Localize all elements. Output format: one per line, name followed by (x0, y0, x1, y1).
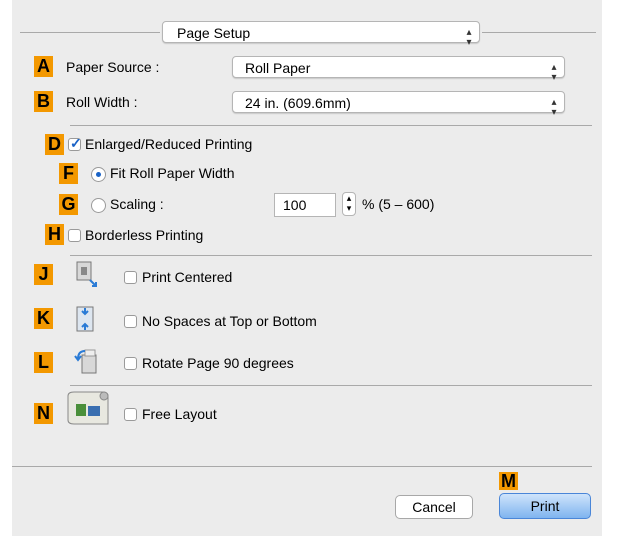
enlarged-label: Enlarged/Reduced Printing (85, 136, 253, 152)
badge-l: L (34, 352, 53, 373)
no-spaces-label: No Spaces at Top or Bottom (142, 313, 317, 329)
badge-g: G (59, 194, 78, 215)
roll-width-label: Roll Width : (66, 94, 138, 110)
divider-2 (70, 255, 592, 256)
scaling-radio[interactable] (91, 198, 106, 213)
badge-d: D (45, 134, 64, 155)
stepper-up-icon: ▴ (346, 193, 352, 203)
badge-n: N (34, 403, 53, 424)
free-layout-checkbox[interactable] (124, 408, 137, 421)
stepper-down-icon: ▾ (346, 203, 352, 213)
badge-h: H (45, 224, 64, 245)
badge-k: K (34, 308, 53, 329)
header-divider-right (482, 32, 596, 33)
fit-roll-radio[interactable] (91, 167, 106, 182)
roll-width-select[interactable]: 24 in. (609.6mm) ▴ ▾ (232, 91, 565, 118)
borderless-label: Borderless Printing (85, 227, 204, 243)
popup-arrows-icon: ▴ ▾ (466, 27, 472, 48)
page-setup-popup-label: Page Setup (177, 25, 251, 41)
roll-width-value: 24 in. (609.6mm) (245, 95, 351, 111)
roll-width-arrows-icon: ▴ ▾ (551, 97, 557, 118)
divider-1 (70, 125, 592, 126)
scaling-range: % (5 – 600) (362, 196, 435, 212)
print-centered-label: Print Centered (142, 269, 233, 285)
rotate-label: Rotate Page 90 degrees (142, 355, 294, 371)
rotate-page-icon (74, 349, 97, 374)
borderless-checkbox[interactable] (68, 229, 81, 242)
checkmark-icon: ✓ (70, 135, 82, 151)
scaling-input[interactable]: 100 (274, 193, 336, 217)
no-spaces-checkbox[interactable] (124, 315, 137, 328)
paper-source-value: Roll Paper (245, 60, 311, 76)
paper-source-label: Paper Source : (66, 59, 160, 75)
radio-dot-icon (96, 172, 101, 177)
cancel-button[interactable]: Cancel (395, 495, 473, 519)
divider-3 (70, 385, 592, 386)
page-setup-popup[interactable]: Page Setup ▴ ▾ (162, 21, 480, 48)
free-layout-label: Free Layout (142, 406, 217, 422)
print-dialog: Page Setup ▴ ▾ A Paper Source : Roll Pape… (12, 0, 602, 536)
paper-source-arrows-icon: ▴ ▾ (551, 62, 557, 83)
badge-m: M (499, 471, 518, 491)
badge-a: A (34, 56, 53, 77)
header-divider-left (20, 32, 160, 33)
badge-j: J (34, 264, 53, 285)
badge-f: F (59, 163, 78, 184)
print-centered-icon (76, 261, 97, 287)
free-layout-icon (67, 391, 109, 425)
rotate-checkbox[interactable] (124, 357, 137, 370)
divider-bottom (12, 466, 592, 467)
paper-source-select[interactable]: Roll Paper ▴ ▾ (232, 56, 565, 83)
enlarged-checkbox[interactable]: ✓ (68, 135, 82, 151)
no-spaces-icon (76, 306, 94, 332)
scaling-stepper[interactable]: ▴ ▾ (342, 192, 356, 216)
badge-b: B (34, 91, 53, 112)
print-centered-checkbox[interactable] (124, 271, 137, 284)
print-button[interactable]: Print (499, 493, 591, 519)
scaling-label: Scaling : (110, 196, 164, 212)
fit-roll-label: Fit Roll Paper Width (110, 165, 235, 181)
